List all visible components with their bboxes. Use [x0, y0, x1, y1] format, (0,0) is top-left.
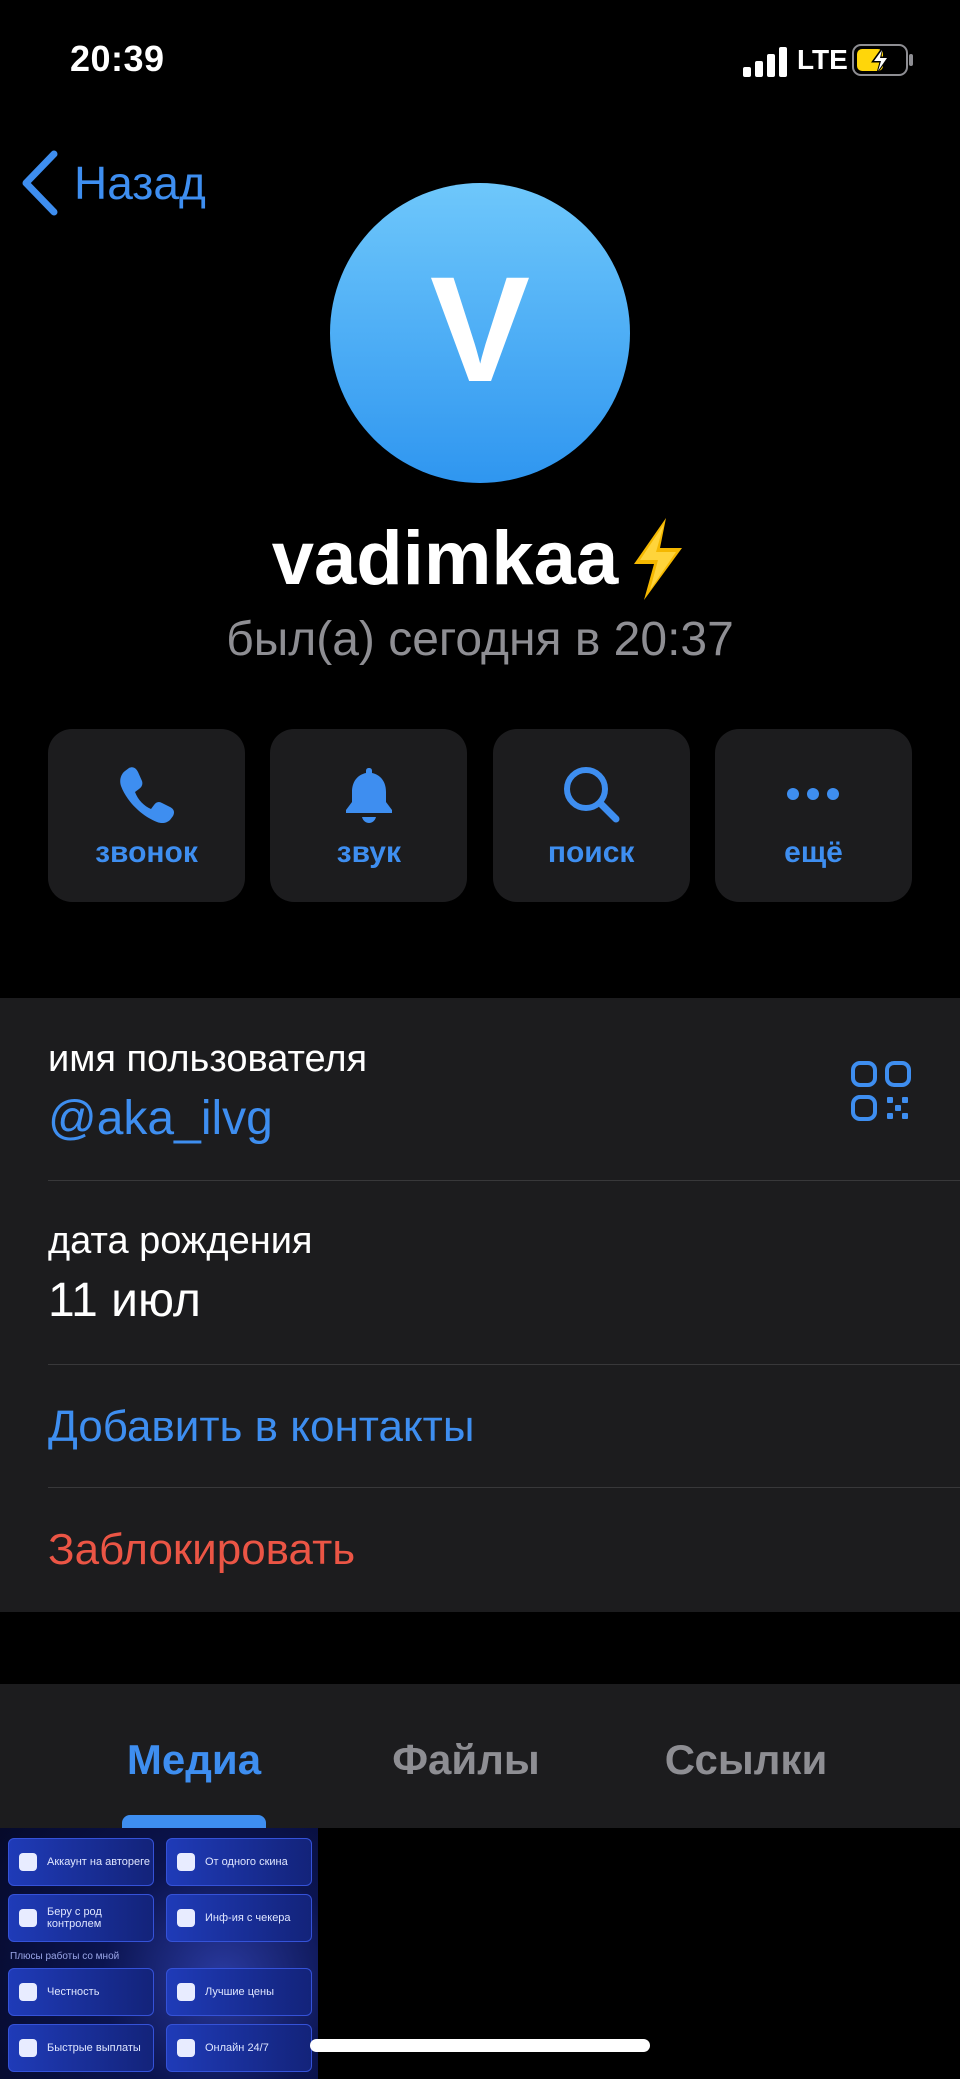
tab-links[interactable]: Ссылки: [646, 1736, 846, 1784]
more-button[interactable]: ещё: [714, 729, 912, 902]
thumbnail-tile: Инф-ия с чекера: [166, 1894, 312, 1942]
search-button[interactable]: поиск: [492, 729, 690, 902]
tab-media[interactable]: Медиа: [94, 1736, 294, 1784]
thumbnail-tile: Аккаунт на автореге: [8, 1838, 154, 1886]
back-button[interactable]: Назад: [20, 148, 206, 218]
sound-label: звук: [336, 835, 401, 869]
birthday-row: дата рождения 11 июл: [48, 1220, 960, 1328]
avatar-letter: V: [429, 245, 531, 413]
tab-files[interactable]: Файлы: [366, 1736, 566, 1784]
phone-icon: [119, 766, 174, 823]
back-label: Назад: [74, 157, 206, 209]
chevron-left-icon: [22, 150, 58, 216]
thumbnail-tile: Онлайн 24/7: [166, 2024, 312, 2072]
username-value[interactable]: @aka_ilvg: [48, 1091, 960, 1146]
divider: [48, 1364, 960, 1365]
thumbnail-tile: Быстрые выплаты: [8, 2024, 154, 2072]
birthday-label: дата рождения: [48, 1220, 313, 1262]
thumbnail-tile: Честность: [8, 1968, 154, 2016]
search-label: поиск: [547, 835, 635, 869]
search-icon: [564, 766, 620, 822]
sound-button[interactable]: звук: [270, 729, 468, 902]
lightning-bolt-icon[interactable]: [626, 516, 688, 602]
media-thumbnail[interactable]: Аккаунт на автореге От одного скина Беру…: [0, 1828, 318, 2079]
thumbnail-tile: Беру с род контролем: [8, 1894, 154, 1942]
more-icon: [787, 787, 840, 800]
divider: [48, 1180, 960, 1181]
profile-info-card: имя пользователя @aka_ilvg дата рождения…: [0, 998, 960, 1612]
add-to-contacts-button[interactable]: Добавить в контакты: [48, 1402, 960, 1452]
profile-name: vadimkaa: [271, 516, 619, 601]
divider: [48, 1487, 960, 1488]
profile-name-row: vadimkaa: [0, 515, 960, 602]
thumbnail-tile: Лучшие цены: [166, 1968, 312, 2016]
call-label: звонок: [95, 835, 198, 869]
birthday-value: 11 июл: [48, 1274, 201, 1327]
media-tabs: Медиа Файлы Ссылки: [0, 1684, 960, 1828]
active-tab-indicator: [122, 1815, 266, 1828]
username-row[interactable]: имя пользователя @aka_ilvg: [48, 1038, 960, 1146]
last-seen-status: был(а) сегодня в 20:37: [226, 613, 734, 666]
more-label: ещё: [784, 835, 843, 869]
signal-strength-icon: [743, 47, 787, 77]
call-button[interactable]: звонок: [48, 729, 245, 902]
thumbnail-caption: Плюсы работы со мной: [10, 1951, 120, 1962]
block-user-button[interactable]: Заблокировать: [48, 1525, 960, 1575]
bell-icon: [345, 767, 392, 823]
home-indicator[interactable]: [310, 2039, 650, 2052]
thumbnail-tile: От одного скина: [166, 1838, 312, 1886]
status-time: 20:39: [70, 38, 165, 79]
action-buttons: звонок звук поиск ещё: [48, 729, 912, 902]
network-type: LTE: [797, 44, 848, 75]
username-label: имя пользователя: [48, 1038, 368, 1080]
battery-charging-icon: [852, 44, 913, 76]
qr-code-icon[interactable]: [850, 1060, 912, 1122]
avatar[interactable]: V: [330, 183, 630, 483]
